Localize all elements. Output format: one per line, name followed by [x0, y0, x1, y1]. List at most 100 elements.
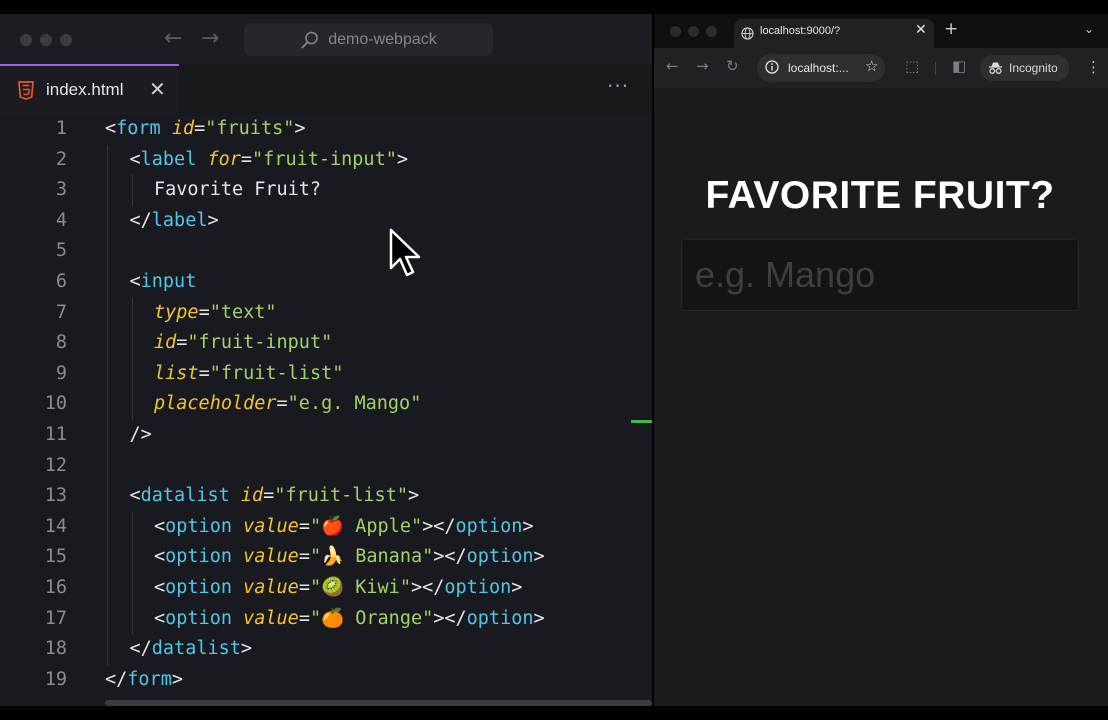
code-token: "e.g. Mango" — [287, 393, 422, 415]
browser-tab-active[interactable]: localhost:9000/? ✕ — [734, 19, 934, 48]
new-tab-icon[interactable]: + — [944, 19, 958, 39]
forward-arrow-icon[interactable]: → — [696, 57, 709, 75]
indent-guide — [107, 358, 108, 390]
code-text: Favorite Fruit? — [154, 175, 321, 206]
more-icon[interactable]: ··· — [607, 74, 629, 98]
code-token: </ — [129, 209, 152, 231]
code-line[interactable]: 6 <input — [0, 266, 652, 298]
indent-guide — [107, 297, 108, 329]
code-area[interactable]: 1 <form id="fruits"> 2 <label for="fruit-in… — [0, 114, 652, 695]
code-line[interactable]: 14 <option value="🍎 Apple"></option> — [0, 511, 652, 543]
browser-minimize-dot[interactable] — [688, 26, 699, 37]
star-icon[interactable]: ☆ — [865, 57, 878, 75]
indent-guide — [107, 328, 108, 359]
close-icon[interactable]: ✕ — [915, 22, 927, 38]
code-line[interactable]: 2 <label for="fruit-input"> — [0, 144, 652, 176]
line-number: 9 — [55, 362, 67, 384]
code-line[interactable]: 12 — [0, 450, 652, 482]
incognito-badge[interactable]: Incognito — [980, 55, 1069, 81]
line-number: 17 — [44, 607, 67, 629]
browser-close-dot[interactable] — [670, 26, 681, 37]
code-token: label — [140, 148, 197, 170]
code-token: value — [243, 576, 299, 598]
line-number: 16 — [44, 576, 67, 598]
code-token: = — [198, 301, 210, 323]
code-token: > — [396, 148, 408, 170]
code-text: </label> — [130, 206, 219, 237]
fruit-input[interactable] — [681, 239, 1079, 311]
code-token: "fruit-list" — [274, 485, 408, 507]
incognito-label: Incognito — [1009, 61, 1058, 75]
line-number: 1 — [55, 118, 67, 139]
code-line[interactable]: 3 Favorite Fruit? — [0, 175, 652, 206]
line-number: 11 — [44, 423, 67, 445]
back-arrow-icon[interactable]: ← — [666, 57, 679, 75]
extensions-icon[interactable]: ⬚ — [905, 57, 919, 75]
sidepanel-icon[interactable]: ◧ — [952, 57, 966, 75]
fruit-form-label: FAVORITE FRUIT? — [705, 174, 1055, 217]
code-token: type — [154, 301, 199, 323]
code-line[interactable]: 13 <datalist id="fruit-list"> — [0, 481, 652, 512]
browser-zoom-dot[interactable] — [706, 26, 717, 37]
code-token: option — [466, 607, 534, 629]
code-line[interactable]: 8 id="fruit-input" — [0, 328, 652, 359]
mouse-cursor-icon — [389, 228, 421, 277]
code-line[interactable]: 9 list="fruit-list" — [0, 358, 652, 390]
indent-guide — [131, 358, 133, 390]
tab-search-icon[interactable]: ⌄ — [1084, 22, 1094, 36]
screen-top-border — [0, 0, 1108, 14]
tab-index-html[interactable]: index.html ✕ — [0, 64, 179, 114]
indent-guide — [131, 389, 133, 420]
code-line[interactable]: 11 /> — [0, 419, 652, 451]
code-line[interactable]: 1 <form id="fruits"> — [0, 114, 652, 145]
code-token: </ — [129, 638, 152, 660]
line-number: 15 — [44, 546, 67, 568]
code-line[interactable]: 15 <option value="🍌 Banana"></option> — [0, 542, 652, 573]
code-line[interactable]: 17 <option value="🍊 Orange"></option> — [0, 603, 652, 635]
browser-tab-title: localhost:9000/? — [760, 25, 841, 37]
line-number: 19 — [44, 668, 67, 690]
code-line[interactable]: 7 type="text" — [0, 297, 652, 329]
indent-guide — [107, 542, 108, 573]
code-token: = — [276, 393, 288, 415]
info-icon[interactable] — [765, 60, 779, 74]
code-token: > — [533, 546, 545, 568]
code-token: value — [243, 607, 299, 629]
indent-guide — [107, 144, 108, 176]
code-token: "fruits" — [205, 118, 295, 139]
indent-guide — [131, 511, 133, 543]
back-arrow-icon[interactable]: ← — [164, 26, 182, 51]
forward-arrow-icon[interactable]: → — [201, 26, 219, 51]
browser-tab-strip: localhost:9000/? ✕ + ⌄ — [654, 14, 1108, 48]
code-token: "fruit-list" — [209, 362, 344, 384]
code-line[interactable]: 19 </form> — [0, 665, 652, 696]
close-icon[interactable]: ✕ — [149, 77, 166, 101]
code-token: "🥝 Kiwi" — [309, 576, 411, 598]
window-zoom-dot[interactable] — [60, 34, 72, 46]
code-line[interactable]: 4 </label> — [0, 205, 652, 237]
code-line[interactable]: 16 <option value="🥝 Kiwi"></option> — [0, 572, 652, 604]
window-close-dot[interactable] — [20, 34, 32, 46]
code-text: /> — [130, 420, 152, 451]
code-line[interactable]: 5 — [0, 236, 652, 267]
code-line[interactable]: 10 placeholder="e.g. Mango" — [0, 389, 652, 420]
code-token: id — [240, 485, 264, 507]
code-token: = — [176, 332, 188, 354]
code-text: <datalist id="fruit-list"> — [130, 481, 420, 512]
address-bar[interactable]: localhost:... ☆ — [757, 54, 885, 82]
code-token: option — [444, 576, 512, 598]
code-line[interactable]: 18 </datalist> — [0, 634, 652, 665]
code-token: datalist — [151, 638, 241, 660]
code-token: < — [154, 546, 166, 568]
code-text: <option value="🍎 Apple"></option> — [154, 512, 533, 543]
kebab-menu-icon[interactable]: ⋮ — [1086, 58, 1101, 76]
code-token: </ — [105, 668, 128, 690]
reload-icon[interactable]: ↻ — [726, 57, 739, 75]
window-minimize-dot[interactable] — [40, 34, 52, 46]
command-center-search[interactable]: demo-webpack — [244, 23, 493, 56]
code-token: = — [298, 607, 310, 629]
line-number: 12 — [44, 454, 67, 476]
